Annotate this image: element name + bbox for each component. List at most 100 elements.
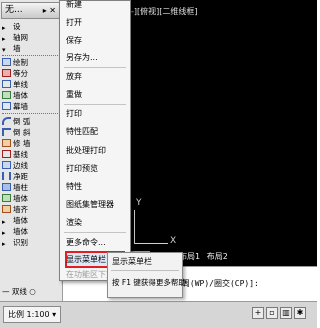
palette-item-label: 单线: [13, 80, 28, 89]
palette-item-edge-line[interactable]: 边线: [2, 160, 60, 171]
tooltip-separator: [111, 270, 179, 271]
palette-item-label: 轴网: [13, 33, 28, 42]
menu-item-plot[interactable]: 打印: [66, 107, 126, 121]
palette-item-label: 修 墙: [13, 139, 31, 148]
menu-item-open[interactable]: 打开: [66, 16, 126, 30]
expand-icon: ▸: [2, 240, 6, 248]
context-menu: 新建 打开 保存 另存为... 放弃 重做 打印 特性匹配 批处理打印 打印预览…: [59, 0, 131, 281]
clearance-icon: [2, 172, 11, 180]
baseline-icon: [2, 150, 11, 158]
palette-footer[interactable]: — 双线 ○: [2, 286, 60, 297]
tooltip-help-text: 按 F1 键获得更多帮助: [112, 278, 186, 287]
expand-icon: ▸: [2, 24, 6, 32]
palette-item-label: 墙体: [13, 227, 28, 236]
menu-item-batch-plot[interactable]: 批处理打印: [66, 144, 126, 158]
palette-item-settings[interactable]: ▸ 设: [2, 21, 60, 32]
expand-icon: ▸: [2, 229, 6, 237]
palette-item-label: 绘制: [13, 58, 28, 67]
menu-item-save-as[interactable]: 另存为...: [66, 51, 126, 65]
wall-align-icon: [2, 205, 11, 213]
palette-item-label: 墙柱: [13, 183, 28, 192]
menu-item-plot-preview[interactable]: 打印预览: [66, 162, 126, 176]
palette-item-label: 墙体: [13, 194, 28, 203]
menu-item-undo[interactable]: 放弃: [66, 70, 126, 84]
grid-icon[interactable]: ▫: [266, 307, 278, 319]
chamfer-icon: [2, 128, 11, 136]
palette-item-label: 基线: [13, 150, 28, 159]
palette-item-label: 墙体: [13, 91, 28, 100]
palette-item-clearance[interactable]: 净距: [2, 171, 60, 182]
menu-separator: [64, 232, 126, 233]
menu-item-new[interactable]: 新建: [66, 0, 126, 12]
palette-item-wall-body-2[interactable]: 墙体: [2, 193, 60, 204]
palette-separator: [2, 113, 60, 114]
palette-separator: [2, 55, 60, 56]
edge-line-icon: [2, 161, 11, 169]
tooltip-title: 显示菜单栏: [112, 257, 152, 266]
palette-controls[interactable]: ▸ ✕: [43, 3, 56, 18]
wall-body-icon: [2, 91, 11, 99]
palette-item-wall-group[interactable]: ▾ 墙: [2, 43, 60, 54]
palette-item-trim-wall[interactable]: 修 墙: [2, 138, 60, 149]
ucs-x-label: X: [170, 236, 177, 246]
menu-separator: [64, 67, 126, 68]
status-bar: 比例 1:100 ▾ + ▫ ▥ ✱: [0, 301, 317, 328]
expand-icon: ▸: [2, 35, 6, 43]
ucs-y-axis-line: [134, 210, 135, 244]
divide-wall-icon: [2, 69, 11, 77]
palette-item-label: 墙体: [13, 216, 28, 225]
snap-icon[interactable]: +: [252, 307, 264, 319]
menu-separator: [64, 104, 126, 105]
palette-item-divide-wall[interactable]: 等分: [2, 68, 60, 79]
collapse-icon: ▾: [2, 46, 6, 54]
palette-item-wall-align[interactable]: 墙齐: [2, 204, 60, 215]
palette-item-wall-body-3[interactable]: ▸ 墙体: [2, 215, 60, 226]
menu-item-more-commands[interactable]: 更多命令...: [66, 236, 126, 250]
palette-item-baseline[interactable]: 基线: [2, 149, 60, 160]
palette-item-label: 净距: [13, 172, 28, 181]
menu-item-sheet-set-manager[interactable]: 图纸集管理器: [66, 198, 126, 212]
curtain-wall-icon: [2, 102, 11, 110]
ucs-y-label: Y: [136, 198, 142, 208]
palette-item-single-line[interactable]: 单线: [2, 79, 60, 90]
palette-item-label: 识别: [13, 238, 28, 247]
palette-item-draw-wall[interactable]: 绘制: [2, 57, 60, 68]
menu-item-match-properties[interactable]: 特性匹配: [66, 125, 126, 139]
scale-dropdown[interactable]: 比例 1:100 ▾: [3, 306, 62, 323]
palette-item-label: 倒 弧: [13, 117, 31, 126]
tool-palette: 无... ▸ ✕ ▸ 设 ▸ 轴网 ▾ 墙 绘制 等分 单线 墙体 幕墙 倒 弧 倒 …: [0, 0, 63, 301]
palette-item-chamfer[interactable]: 倒 斜: [2, 127, 60, 138]
palette-item-label: 幕墙: [13, 102, 28, 111]
menu-item-redo[interactable]: 重做: [66, 88, 126, 102]
expand-icon: ▸: [2, 218, 6, 226]
gear-icon[interactable]: ✱: [294, 307, 306, 319]
palette-item-wall-body[interactable]: 墙体: [2, 90, 60, 101]
palette-item-wall-body-4[interactable]: ▸ 墙体: [2, 226, 60, 237]
palette-item-recognize[interactable]: ▸ 识别: [2, 237, 60, 248]
palette-item-label: 墙: [13, 44, 21, 53]
palette-item-label: 等分: [13, 69, 28, 78]
fillet-arc-icon: [2, 117, 11, 125]
wall-body-icon: [2, 194, 11, 202]
palette-item-label: 设: [13, 22, 21, 31]
palette-item-curtain-wall[interactable]: 幕墙: [2, 101, 60, 112]
wall-column-icon: [2, 183, 11, 191]
menu-item-render[interactable]: 渲染: [66, 216, 126, 230]
viewport-label[interactable]: -][俯视][二维线框]: [131, 6, 198, 17]
palette-item-label: 边线: [13, 161, 28, 170]
palette-item-fillet[interactable]: 倒 弧: [2, 116, 60, 127]
palette-item-axis[interactable]: ▸ 轴网: [2, 32, 60, 43]
single-line-icon: [2, 80, 11, 88]
menu-item-properties[interactable]: 特性: [66, 180, 126, 194]
palette-item-label: 倒 斜: [13, 128, 31, 137]
palette-title-bar[interactable]: 无... ▸ ✕: [1, 2, 60, 19]
ucs-x-axis-line: [134, 243, 168, 244]
layout-icon[interactable]: ▥: [280, 307, 292, 319]
menu-item-save[interactable]: 保存: [66, 34, 126, 48]
palette-item-wall-column[interactable]: 墙柱: [2, 182, 60, 193]
tab-layout2[interactable]: 布局2: [207, 250, 228, 264]
palette-title: 无...: [5, 5, 23, 15]
draw-wall-icon: [2, 58, 11, 66]
palette-item-label: 墙齐: [13, 205, 28, 214]
menu-tooltip: 显示菜单栏 按 F1 键获得更多帮助: [107, 252, 186, 298]
